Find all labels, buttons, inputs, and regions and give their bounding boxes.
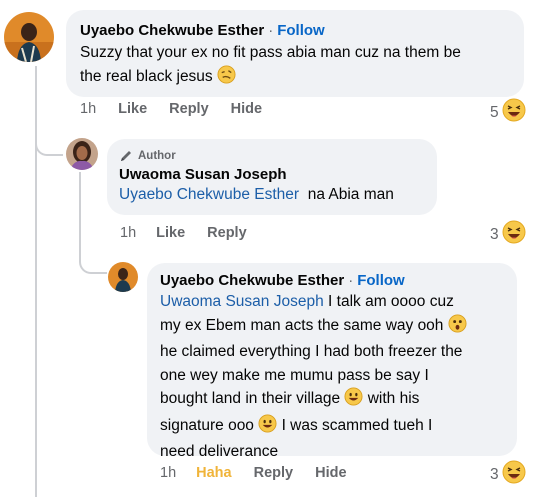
comment-text-span: bought land in their village <box>160 390 341 407</box>
thread-line <box>79 172 81 248</box>
comment-text-span: my ex Ebem man acts the same way ooh <box>160 316 444 334</box>
timestamp[interactable]: 1h <box>80 101 96 117</box>
reply-button[interactable]: Reply <box>169 101 209 117</box>
like-button[interactable]: Like <box>118 101 147 117</box>
thread-connector <box>79 248 107 274</box>
comment-text-line: Uwaoma Susan Joseph I talk am oooo cuz <box>160 290 505 314</box>
comment-actions: 1h Haha Reply Hide <box>160 465 369 481</box>
avatar[interactable] <box>4 12 54 62</box>
comment-bubble: Uyaebo Chekwube Esther · Follow Suzzy that… <box>66 10 524 97</box>
comment-text-line: he claimed everything I had both freezer… <box>160 343 463 360</box>
reaction-summary[interactable]: 3 <box>490 460 526 489</box>
comment-text-span: signature ooo <box>160 416 254 434</box>
comment-bubble: Author Uwaoma Susan Joseph Uyaebo Chekwu… <box>107 139 437 215</box>
avatar-photo-icon <box>108 262 138 292</box>
comment-text-span: I talk am oooo cuz <box>328 293 454 310</box>
comment-text-line: my ex Ebem man acts the same way ooh <box>160 313 505 341</box>
grinning-face-emoji-icon <box>344 387 363 414</box>
comment-text-line: Suzzy that your ex no fit pass abia man … <box>80 44 461 61</box>
comment-header: Uyaebo Chekwube Esther · Follow <box>80 22 512 39</box>
comment-text-line: need deliverance <box>160 443 279 460</box>
reaction-summary[interactable]: 5 <box>490 98 526 127</box>
follow-link[interactable]: Follow <box>357 272 405 289</box>
hide-button[interactable]: Hide <box>315 465 346 481</box>
comment-text-line: one wey make me mumu pass be say I <box>160 366 429 384</box>
author-badge: Author <box>119 149 425 163</box>
astonished-face-emoji-icon <box>448 313 467 341</box>
reaction-summary[interactable]: 3 <box>490 220 526 249</box>
haha-emoji-icon <box>502 460 526 489</box>
comment-text-span: I was scammed tueh I <box>281 416 433 434</box>
comment-text: Suzzy that your ex no fit pass abia man … <box>80 42 512 91</box>
woozy-face-emoji-icon <box>217 64 236 92</box>
timestamp[interactable]: 1h <box>160 465 176 481</box>
comment-header: Uyaebo Chekwube Esther · Follow <box>160 272 505 289</box>
comment-text-span: with his <box>367 390 420 407</box>
author-badge-label: Author <box>138 150 176 162</box>
reaction-count: 5 <box>490 103 499 121</box>
comment-text-span: the real black jesus <box>80 67 213 85</box>
comment-text: Uyaebo Chekwube Esther na Abia man <box>119 184 425 207</box>
reply-button[interactable]: Reply <box>207 225 247 241</box>
comment-text-span: na Abia man <box>307 186 394 203</box>
pen-icon <box>121 151 131 161</box>
hide-button[interactable]: Hide <box>231 101 262 117</box>
haha-emoji-icon <box>502 220 526 249</box>
thread-connector <box>35 130 63 156</box>
mention-link[interactable]: Uyaebo Chekwube Esther <box>119 186 299 203</box>
avatar-photo-icon <box>66 138 98 170</box>
timestamp[interactable]: 1h <box>120 225 136 241</box>
comment-bubble: Uyaebo Chekwube Esther · Follow Uwaoma Sus… <box>147 263 517 460</box>
avatar[interactable] <box>66 138 98 170</box>
comment-text: Uwaoma Susan Joseph I talk am oooo cuz m… <box>160 290 505 464</box>
mention-link[interactable]: Uwaoma Susan Joseph <box>160 293 324 310</box>
author-name[interactable]: Uwaoma Susan Joseph <box>119 166 425 183</box>
reply-button[interactable]: Reply <box>254 465 294 481</box>
avatar-photo-icon <box>4 12 54 62</box>
author-name[interactable]: Uyaebo Chekwube Esther <box>160 272 344 289</box>
comment-actions: 1h Like Reply <box>120 225 269 241</box>
reaction-count: 3 <box>490 225 499 243</box>
comment-text-line: signature ooo I was scammed tueh I <box>160 413 505 441</box>
comment-text-line: the real black jesus <box>80 64 512 92</box>
separator-dot: · <box>348 272 354 289</box>
grinning-face-emoji-icon <box>258 413 277 441</box>
comment-thread: Uyaebo Chekwube Esther · Follow Suzzy that… <box>0 0 541 497</box>
haha-reaction-button[interactable]: Haha <box>196 465 231 481</box>
reaction-count: 3 <box>490 465 499 483</box>
comment-actions: 1h Like Reply Hide <box>80 101 284 117</box>
like-button[interactable]: Like <box>156 225 185 241</box>
follow-link[interactable]: Follow <box>277 22 325 39</box>
haha-emoji-icon <box>502 98 526 127</box>
separator-dot: · <box>268 22 274 39</box>
avatar[interactable] <box>108 262 138 292</box>
comment-text-line: bought land in their village with his <box>160 387 505 414</box>
author-name[interactable]: Uyaebo Chekwube Esther <box>80 22 264 39</box>
